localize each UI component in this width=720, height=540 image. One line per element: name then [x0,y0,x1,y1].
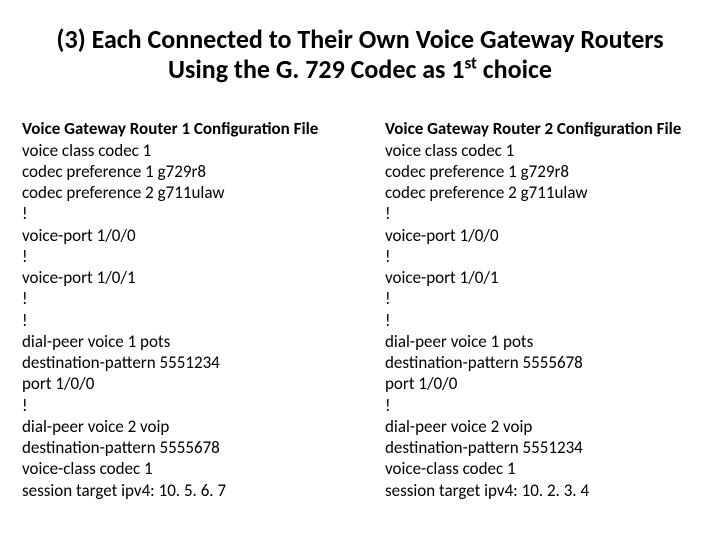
config-line: voice-port 1/0/1 [385,267,698,288]
router1-config: voice class codec 1codec preference 1 g7… [22,140,335,501]
config-line: dial-peer voice 1 pots [385,331,698,352]
config-columns: Voice Gateway Router 1 Configuration Fil… [20,118,700,501]
config-line: ! [22,288,335,309]
router1-column: Voice Gateway Router 1 Configuration Fil… [22,118,335,501]
config-line: codec preference 2 g711ulaw [385,182,698,203]
config-line: dial-peer voice 2 voip [385,416,698,437]
router2-column: Voice Gateway Router 2 Configuration Fil… [385,118,698,501]
config-line: voice-class codec 1 [385,458,698,479]
router1-header: Voice Gateway Router 1 Configuration Fil… [22,118,335,139]
slide: (3) Each Connected to Their Own Voice Ga… [0,0,720,540]
config-line: ! [385,203,698,224]
config-line: codec preference 2 g711ulaw [22,182,335,203]
config-line: ! [22,246,335,267]
config-line: session target ipv4: 10. 5. 6. 7 [22,480,335,501]
config-line: voice-port 1/0/0 [22,225,335,246]
config-line: destination-pattern 5551234 [385,437,698,458]
config-line: dial-peer voice 1 pots [22,331,335,352]
config-line: voice-port 1/0/0 [385,225,698,246]
config-line: session target ipv4: 10. 2. 3. 4 [385,480,698,501]
config-line: voice class codec 1 [22,140,335,161]
config-line: destination-pattern 5555678 [385,352,698,373]
config-line: ! [385,288,698,309]
slide-title: (3) Each Connected to Their Own Voice Ga… [50,24,670,84]
config-line: voice class codec 1 [385,140,698,161]
config-line: voice-class codec 1 [22,458,335,479]
config-line: ! [22,395,335,416]
config-line: destination-pattern 5555678 [22,437,335,458]
config-line: port 1/0/0 [385,373,698,394]
config-line: codec preference 1 g729r8 [385,161,698,182]
config-line: ! [385,246,698,267]
config-line: port 1/0/0 [22,373,335,394]
config-line: destination-pattern 5551234 [22,352,335,373]
config-line: ! [385,310,698,331]
config-line: dial-peer voice 2 voip [22,416,335,437]
router2-header: Voice Gateway Router 2 Configuration Fil… [385,118,698,139]
config-line: voice-port 1/0/1 [22,267,335,288]
config-line: ! [385,395,698,416]
router2-config: voice class codec 1codec preference 1 g7… [385,140,698,501]
config-line: codec preference 1 g729r8 [22,161,335,182]
config-line: ! [22,310,335,331]
config-line: ! [22,203,335,224]
